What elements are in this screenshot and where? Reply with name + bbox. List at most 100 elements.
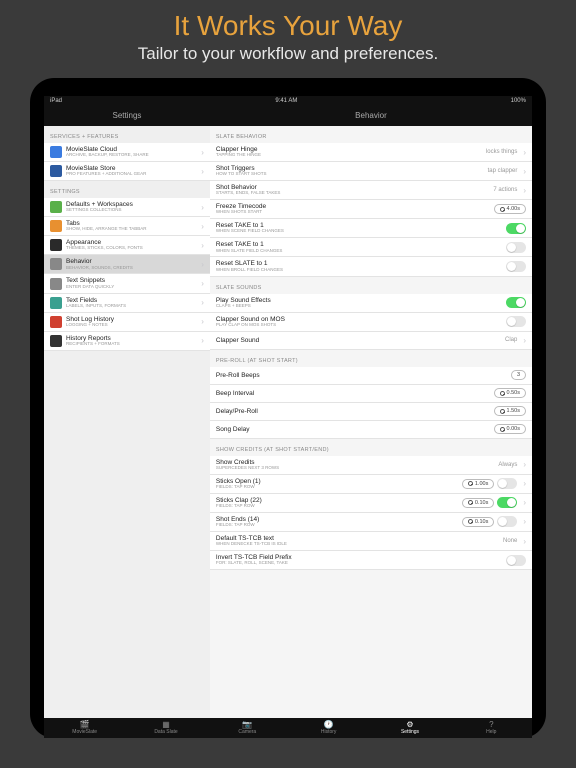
settings-row[interactable]: Clapper Sound on MOS PLAY CLAP ON MOS SH… [210,313,532,332]
settings-sidebar: SERVICES + FEATURES MovieSlate Cloud ARC… [44,126,210,718]
tab-item[interactable]: ▦Data Slate [125,721,206,735]
sidebar-item[interactable]: History Reports RECIPIENTS + FORMATS › [44,332,210,351]
settings-row[interactable]: Play Sound Effects CLAPS + BEEPS [210,294,532,313]
promo-subtitle: Tailor to your workflow and preferences. [0,44,576,64]
settings-row[interactable]: Pre-Roll Beeps 3 [210,367,532,385]
chevron-icon: › [201,148,204,157]
row-subtitle: RECIPIENTS + FORMATS [66,342,198,347]
row-subtitle: WHEN SLATE FIELD CHANGES [216,249,506,254]
value-pill[interactable]: 3 [511,370,526,380]
settings-row[interactable]: Shot Ends (14) FIELDS: TAP ROW 0.10s› [210,513,532,532]
section-header: SERVICES + FEATURES [44,126,210,143]
sidebar-item[interactable]: MovieSlate Store PRO FEATURES + ADDITION… [44,162,210,181]
value-pill[interactable]: 0.10s [462,498,494,508]
settings-row[interactable]: Invert TS-TCB Field Prefix FOR: SLATE, R… [210,551,532,570]
section-header: SETTINGS [44,181,210,198]
status-bar: iPad 9:41 AM 100% [44,96,532,106]
tab-label: Help [451,729,532,735]
row-subtitle: TAPPING THE HINGE [216,153,486,158]
row-value: Clap [505,337,517,343]
row-icon [50,165,62,177]
row-subtitle: SUPERCEDES NEXT 3 ROWS [216,466,498,471]
clock-icon [468,481,473,486]
tab-bar: 🎬MovieSlate▦Data Slate📷Camera🕐History⚙Se… [44,718,532,738]
status-time: 9:41 AM [275,98,297,104]
clock-icon [500,391,505,396]
settings-row[interactable]: Clapper Sound Clap› [210,332,532,350]
toggle-switch[interactable] [497,478,517,489]
row-icon [50,220,62,232]
toggle-switch[interactable] [506,297,526,308]
tab-item[interactable]: ⚙Settings [369,721,450,735]
toggle-switch[interactable] [506,242,526,253]
row-subtitle: HOW TO START SHOTS [216,172,488,177]
tab-label: MovieSlate [44,729,125,735]
chevron-icon: › [523,498,526,507]
value-pill[interactable]: 0.50s [494,388,526,398]
settings-row[interactable]: Clapper Hinge TAPPING THE HINGE locks th… [210,143,532,162]
settings-row[interactable]: Reset TAKE to 1 WHEN SLATE FIELD CHANGES [210,238,532,257]
row-subtitle: ARCHIVE, BACKUP, RESTORE, SHARE [66,153,198,158]
toggle-switch[interactable] [506,316,526,327]
tab-item[interactable]: ?Help [451,721,532,735]
chevron-icon: › [201,167,204,176]
settings-row[interactable]: Reset TAKE to 1 WHEN SCENE FIELD CHANGES [210,219,532,238]
sidebar-item[interactable]: Appearance THEMES, STICKS, COLORS, FONTS… [44,236,210,255]
value-pill[interactable]: 0.00s [494,424,526,434]
chevron-icon: › [523,479,526,488]
chevron-icon: › [523,167,526,176]
settings-row[interactable]: Sticks Open (1) FIELDS: TAP ROW 1.00s› [210,475,532,494]
settings-row[interactable]: Shot Behavior STARTS, ENDS, FALSE TAKES … [210,181,532,200]
toggle-switch[interactable] [506,223,526,234]
sidebar-item[interactable]: Text Fields LABELS, INPUTS, FORMATS › [44,294,210,313]
sidebar-item[interactable]: Defaults + Workspaces SETTINGS COLLECTIO… [44,198,210,217]
toggle-switch[interactable] [506,555,526,566]
chevron-icon: › [201,317,204,326]
sidebar-item[interactable]: Tabs SHOW, HIDE, ARRANGE THE TABBAR › [44,217,210,236]
sidebar-item[interactable]: Shot Log History LOGGING + NOTES › [44,313,210,332]
tab-item[interactable]: 📷Camera [207,721,288,735]
row-subtitle: SETTINGS COLLECTIONS [66,208,198,213]
row-subtitle: LOGGING + NOTES [66,323,198,328]
clock-icon [500,427,505,432]
settings-row[interactable]: Delay/Pre-Roll 1.50s [210,403,532,421]
status-device: iPad [50,98,62,104]
row-title: Pre-Roll Beeps [216,372,511,379]
settings-row[interactable]: Song Delay 0.00s [210,421,532,439]
value-pill[interactable]: 1.50s [494,406,526,416]
sidebar-item[interactable]: MovieSlate Cloud ARCHIVE, BACKUP, RESTOR… [44,143,210,162]
sidebar-item[interactable]: Behavior BEHAVIOR, SOUNDS, CREDITS › [44,255,210,274]
settings-row[interactable]: Beep Interval 0.50s [210,385,532,403]
section-header: SLATE SOUNDS [210,277,532,294]
chevron-icon: › [523,460,526,469]
toggle-switch[interactable] [497,516,517,527]
toggle-switch[interactable] [497,497,517,508]
tab-icon: ▦ [125,721,206,729]
settings-row[interactable]: Default TS-TCB text WHEN DENECKE TS-TCB … [210,532,532,551]
row-subtitle: FIELDS: TAP ROW [216,523,462,528]
settings-row[interactable]: Shot Triggers HOW TO START SHOTS tap cla… [210,162,532,181]
chevron-icon: › [523,148,526,157]
row-subtitle: PLAY CLAP ON MOS SHOTS [216,323,506,328]
row-subtitle: CLAPS + BEEPS [216,304,506,309]
tab-item[interactable]: 🕐History [288,721,369,735]
settings-row[interactable]: Reset SLATE to 1 WHEN BROLL FIELD CHANGE… [210,257,532,276]
row-title: Song Delay [216,426,494,433]
tab-icon: 📷 [207,721,288,729]
chevron-icon: › [523,336,526,345]
row-subtitle: BEHAVIOR, SOUNDS, CREDITS [66,266,198,271]
row-subtitle: STARTS, ENDS, FALSE TAKES [216,191,493,196]
tab-item[interactable]: 🎬MovieSlate [44,721,125,735]
value-pill[interactable]: 4.00s [494,204,526,214]
clock-icon [468,500,473,505]
value-pill[interactable]: 0.10s [462,517,494,527]
sidebar-item[interactable]: Text Snippets ENTER DATA QUICKLY › [44,274,210,293]
row-icon [50,335,62,347]
row-subtitle: WHEN SCENE FIELD CHANGES [216,229,506,234]
settings-row[interactable]: Freeze Timecode WHEN SHOTS START 4.00s [210,200,532,219]
nav-bar: Settings Behavior [44,106,532,126]
value-pill[interactable]: 1.00s [462,479,494,489]
toggle-switch[interactable] [506,261,526,272]
settings-row[interactable]: Show Credits SUPERCEDES NEXT 3 ROWS Alwa… [210,456,532,475]
settings-row[interactable]: Sticks Clap (22) FIELDS: TAP ROW 0.10s› [210,494,532,513]
